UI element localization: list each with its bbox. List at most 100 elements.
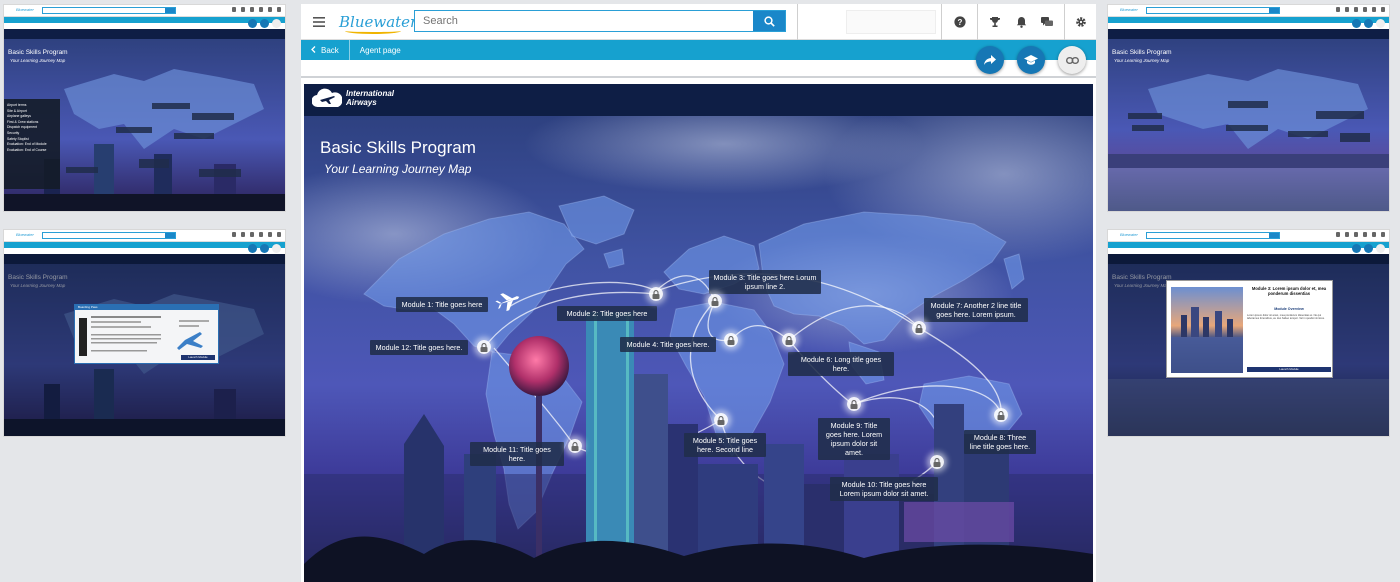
- thumb-topbar: Bluewater: [4, 5, 285, 17]
- chat-icon[interactable]: [1030, 4, 1064, 40]
- module-8-label[interactable]: Module 8: Three line title goes here.: [964, 430, 1036, 454]
- thumb-module-modal: Module 3: Lorem ipsum dolor et, mea pond…: [1166, 280, 1333, 378]
- chevron-left-icon: [311, 45, 316, 55]
- share-button[interactable]: [976, 46, 1004, 74]
- module-6-label[interactable]: Module 6: Long title goes here.: [788, 352, 894, 376]
- thumb-course: Basic Skills Program Your Learning Journ…: [1108, 29, 1389, 211]
- module-1-label[interactable]: Module 1: Title goes here: [396, 297, 488, 312]
- course-header: International Airways: [304, 84, 1093, 116]
- thumb-course-subtitle: Your Learning Journey Map: [10, 58, 66, 63]
- thumb-module-box: [66, 167, 98, 173]
- thumb-course-subtitle: Your Learning Journey Map: [1114, 58, 1170, 63]
- search-input[interactable]: [415, 11, 753, 31]
- courses-button[interactable]: [1017, 46, 1045, 74]
- module-11-label[interactable]: Module 11: Title goes here.: [470, 442, 564, 466]
- thumbnail-modal-view[interactable]: Bluewater Basic Skills Program Your Lear…: [1107, 229, 1390, 437]
- module-9-label[interactable]: Module 9: Title goes here. Lorem ipsum d…: [818, 418, 890, 460]
- thumb-fabs: [248, 244, 281, 253]
- course-title: Basic Skills Program: [320, 138, 476, 157]
- thumb-toolbar-icons: [232, 7, 281, 12]
- cloud-plane-icon: [312, 88, 342, 108]
- lock-icon[interactable]: [930, 455, 944, 469]
- thumb-module-box: [1316, 111, 1364, 119]
- thumb-search: [1146, 232, 1280, 239]
- toolbar-divider: [797, 4, 798, 40]
- thumb-modal-title: Module 3: Lorem ipsum dolor et, mea pond…: [1251, 286, 1327, 296]
- thumb-subbar: [4, 17, 285, 23]
- thumb-module-box: [192, 113, 234, 120]
- breadcrumb-current: Agent page: [359, 45, 401, 55]
- thumbnail-ticket-view[interactable]: Bluewater Basic Skills Program Your Lear…: [3, 229, 286, 437]
- thumb-module-box: [139, 159, 169, 168]
- thumbnail-map-view[interactable]: Bluewater Basic Skills Program Your Lear…: [1107, 4, 1390, 212]
- thumb-brand: Bluewater: [1120, 232, 1138, 237]
- thumb-topbar: Bluewater: [1108, 5, 1389, 17]
- course-subtitle: Your Learning Journey Map: [324, 162, 472, 176]
- thumb-module-box: [174, 133, 214, 139]
- lock-icon[interactable]: [847, 397, 861, 411]
- thumb-module-box: [1288, 131, 1328, 137]
- top-navigation-bar: Bluewater ?: [301, 4, 1096, 40]
- module-7-label[interactable]: Module 7: Another 2 line title goes here…: [924, 298, 1028, 322]
- thumb-search: [42, 232, 176, 239]
- lock-icon[interactable]: [782, 333, 796, 347]
- thumb-course-header: [4, 29, 285, 39]
- thumb-brand: Bluewater: [16, 232, 34, 237]
- logo-text: International Airways: [346, 89, 395, 107]
- toolbar-empty-slot: [846, 10, 936, 34]
- thumb-topbar: Bluewater: [1108, 230, 1389, 242]
- gear-icon[interactable]: [1064, 4, 1096, 40]
- copy-link-button[interactable]: [1058, 46, 1086, 74]
- thumb-course-header: [1108, 29, 1389, 39]
- hamburger-icon[interactable]: [301, 4, 337, 40]
- module-12-label[interactable]: Module 12: Title goes here.: [370, 340, 468, 355]
- thumb-course-title: Basic Skills Program: [1112, 49, 1172, 56]
- lock-icon[interactable]: [994, 408, 1008, 422]
- thumbnail-menu-view[interactable]: Bluewater Basic Skills Program Your Lear…: [3, 4, 286, 212]
- thumb-modal-overview-label: Module Overview: [1274, 307, 1304, 311]
- thumb-subbar: [4, 242, 285, 248]
- thumb-search: [42, 7, 176, 14]
- main-window: Bluewater ?: [301, 4, 1096, 582]
- lock-icon[interactable]: [477, 340, 491, 354]
- toolbar-divider: [941, 4, 942, 40]
- module-4-label[interactable]: Module 4: Title goes here.: [620, 337, 716, 352]
- lock-icon[interactable]: [568, 439, 582, 453]
- thumb-toolbar-icons: [1336, 7, 1385, 12]
- lock-icon[interactable]: [724, 333, 738, 347]
- thumb-toolbar-icons: [1336, 232, 1385, 237]
- lock-icon[interactable]: [649, 287, 663, 301]
- thumb-toolbar-icons: [232, 232, 281, 237]
- back-label: Back: [321, 45, 339, 55]
- thumb-modal-launch-button: Launch Module: [1247, 367, 1331, 372]
- lock-icon[interactable]: [714, 413, 728, 427]
- thumb-module-box: [1226, 125, 1268, 131]
- thumb-fabs: [248, 19, 281, 28]
- module-3-label[interactable]: Module 3: Title goes here Lorum ipsum li…: [709, 270, 821, 294]
- graduation-cap-icon: [1024, 54, 1038, 65]
- module-5-label[interactable]: Module 5: Title goes here. Second line: [684, 433, 766, 457]
- company-logo: International Airways: [312, 87, 398, 109]
- lock-icon[interactable]: [708, 294, 722, 308]
- help-icon[interactable]: ?: [943, 4, 977, 40]
- module-2-label[interactable]: Module 2: Title goes here: [557, 306, 657, 321]
- course-viewport: International Airways Basic Skills Progr…: [304, 84, 1093, 582]
- thumb-launch-button: Launch Module: [181, 355, 215, 360]
- search-button[interactable]: [753, 11, 785, 31]
- svg-text:?: ?: [958, 18, 963, 27]
- lock-icon[interactable]: [912, 321, 926, 335]
- brand-swoosh: [345, 28, 401, 34]
- thumb-module-box: [199, 169, 241, 177]
- share-icon: [984, 55, 996, 65]
- thumb-topbar: Bluewater: [4, 230, 285, 242]
- search-icon: [763, 15, 775, 27]
- module-10-label[interactable]: Module 10: Title goes here Lorem ipsum d…: [830, 477, 938, 501]
- thumb-boarding-pass: Boarding Pass Launch Module: [74, 304, 219, 364]
- back-button[interactable]: Back: [301, 40, 350, 60]
- journey-map-graphic: [304, 84, 1093, 582]
- thumb-subbar: [1108, 242, 1389, 248]
- thumb-module-box: [1128, 113, 1162, 119]
- thumb-modal-city-image: [1171, 287, 1243, 373]
- thumb-fabs: [1352, 244, 1385, 253]
- brand-logo[interactable]: Bluewater: [339, 13, 417, 34]
